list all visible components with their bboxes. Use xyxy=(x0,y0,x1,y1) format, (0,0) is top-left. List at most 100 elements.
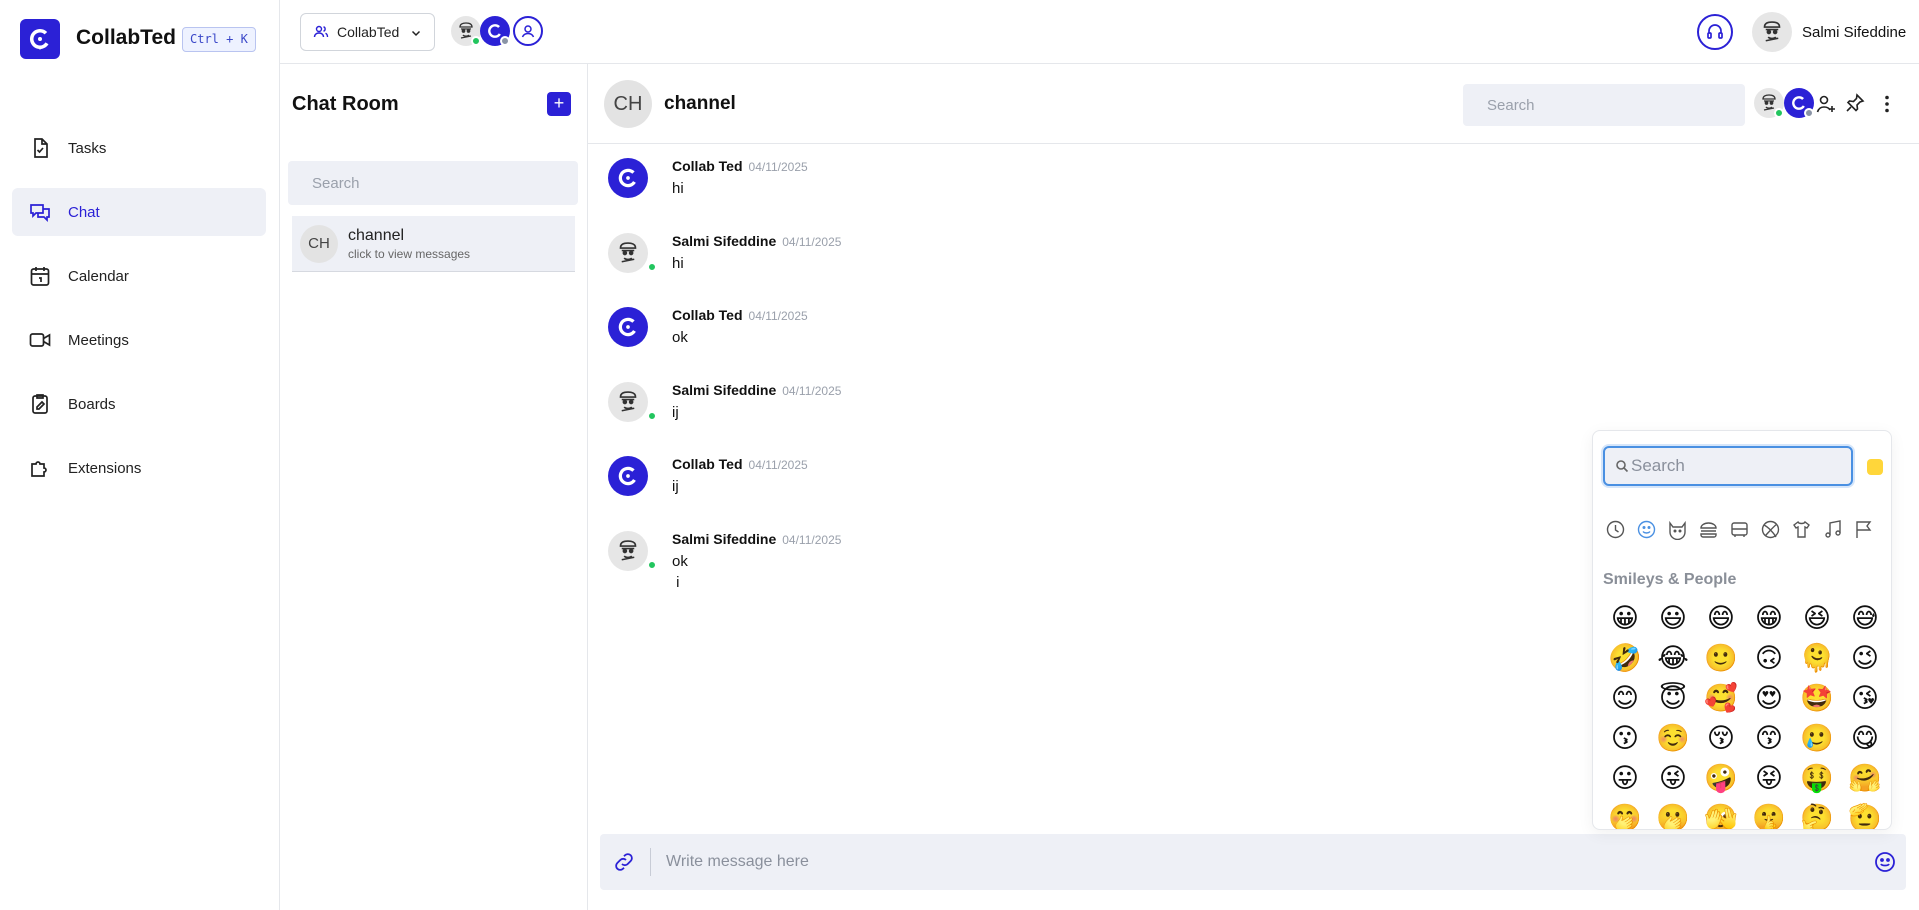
emoji-option[interactable]: 😅 xyxy=(1841,603,1889,635)
boards-icon xyxy=(28,392,52,416)
emoji-option[interactable]: 🥰 xyxy=(1697,683,1745,715)
emoji-option[interactable]: 😂 xyxy=(1649,643,1697,675)
message-date: 04/11/2025 xyxy=(782,235,842,249)
sidebar-item-extensions[interactable]: Extensions xyxy=(12,444,266,492)
message-author: Salmi Sifeddine xyxy=(672,531,777,547)
online-status-dot xyxy=(1774,108,1784,118)
tasks-icon xyxy=(28,136,52,160)
room-avatar: CH xyxy=(300,224,338,263)
offline-status-dot xyxy=(500,36,510,46)
emoji-option[interactable]: 😛 xyxy=(1601,763,1649,795)
emoji-option[interactable]: 😀 xyxy=(1601,603,1649,635)
offline-status-dot xyxy=(1804,108,1814,118)
message-text: ok xyxy=(672,329,688,346)
activities-icon[interactable] xyxy=(1760,519,1781,540)
emoji-option[interactable]: 😚 xyxy=(1697,723,1745,755)
message-author-avatar[interactable] xyxy=(608,382,648,422)
collabted-logo-icon[interactable] xyxy=(20,19,60,59)
emoji-option[interactable]: 😝 xyxy=(1745,763,1793,795)
message-date: 04/11/2025 xyxy=(748,309,808,323)
emoji-option[interactable]: 🫢 xyxy=(1649,803,1697,829)
emoji-option[interactable]: 😆 xyxy=(1793,603,1841,635)
emoji-option[interactable]: 😊 xyxy=(1601,683,1649,715)
animals-icon[interactable] xyxy=(1667,519,1688,540)
emoji-option[interactable]: 🫣 xyxy=(1697,803,1745,829)
emoji-category-tabs xyxy=(1605,519,1874,540)
online-status-dot xyxy=(647,262,657,272)
emoji-option[interactable]: 😋 xyxy=(1841,723,1889,755)
message-author: Collab Ted xyxy=(672,456,743,472)
message-header: Salmi Sifeddine 04/11/2025 xyxy=(672,233,841,249)
command-palette-shortcut[interactable]: Ctrl + K xyxy=(182,27,256,52)
users-icon xyxy=(313,24,329,40)
emoji-option[interactable]: ☺️ xyxy=(1649,723,1697,755)
add-member-icon[interactable] xyxy=(1815,93,1837,115)
user-menu[interactable]: Salmi Sifeddine xyxy=(1752,12,1906,52)
emoji-option[interactable]: 😍 xyxy=(1745,683,1793,715)
emoji-option[interactable]: 🤗 xyxy=(1841,763,1889,795)
chatroom-title: Chat Room xyxy=(292,93,399,115)
message-author-avatar[interactable] xyxy=(608,307,648,347)
emoji-option[interactable]: 🤫 xyxy=(1745,803,1793,829)
emoji-option[interactable]: 🙂 xyxy=(1697,643,1745,675)
workspace-selector[interactable]: CollabTed xyxy=(300,13,435,51)
sidebar-item-calendar[interactable]: Calendar xyxy=(12,252,266,300)
emoji-search-input[interactable] xyxy=(1631,448,1846,484)
emoji-option[interactable]: 🫡 xyxy=(1841,803,1889,829)
brand-name: CollabTed xyxy=(76,26,176,49)
message-input[interactable] xyxy=(666,844,1846,880)
sidebar-item-meetings[interactable]: Meetings xyxy=(12,316,266,364)
message-author-avatar[interactable] xyxy=(608,531,648,571)
emoji-option[interactable]: 😜 xyxy=(1649,763,1697,795)
emoji-option[interactable]: 🤭 xyxy=(1601,803,1649,829)
emoji-option[interactable]: 😃 xyxy=(1649,603,1697,635)
emoji-option[interactable]: 😄 xyxy=(1697,603,1745,635)
member-avatar-placeholder[interactable] xyxy=(513,16,543,46)
emoji-option[interactable]: 🤩 xyxy=(1793,683,1841,715)
brand: CollabTed Ctrl + K xyxy=(0,0,280,64)
message-author-avatar[interactable] xyxy=(608,233,648,273)
emoji-option[interactable]: 🤪 xyxy=(1697,763,1745,795)
message-author-avatar[interactable] xyxy=(608,158,648,198)
travel-icon[interactable] xyxy=(1729,519,1750,540)
objects-icon[interactable] xyxy=(1791,519,1812,540)
emoji-option[interactable]: 😗 xyxy=(1601,723,1649,755)
sidebar-item-label: Extensions xyxy=(68,459,142,477)
chat-icon xyxy=(28,200,52,224)
more-options-icon[interactable] xyxy=(1877,93,1897,115)
recent-icon[interactable] xyxy=(1605,519,1626,540)
food-icon[interactable] xyxy=(1698,519,1719,540)
message-composer xyxy=(600,834,1906,890)
emoji-option[interactable]: 😉 xyxy=(1841,643,1889,675)
emoji-option[interactable]: 🫠 xyxy=(1793,643,1841,675)
emoji-picker-toggle-icon[interactable] xyxy=(1874,851,1896,873)
attach-link-icon[interactable] xyxy=(612,850,636,874)
emoji-option[interactable]: 😙 xyxy=(1745,723,1793,755)
emoji-option[interactable]: 🤣 xyxy=(1601,643,1649,675)
online-status-dot xyxy=(471,36,481,46)
user-name: Salmi Sifeddine xyxy=(1802,23,1907,41)
skin-tone-selector[interactable] xyxy=(1867,459,1883,475)
emoji-option[interactable]: 🤑 xyxy=(1793,763,1841,795)
symbols-icon[interactable] xyxy=(1822,519,1843,540)
sidebar-item-boards[interactable]: Boards xyxy=(12,380,266,428)
channel-search-input[interactable] xyxy=(1463,84,1745,126)
smileys-icon[interactable] xyxy=(1636,519,1657,540)
emoji-option[interactable]: 🤔 xyxy=(1793,803,1841,829)
flags-icon[interactable] xyxy=(1853,519,1874,540)
add-room-button[interactable]: + xyxy=(547,92,571,116)
support-headset-button[interactable] xyxy=(1697,14,1733,50)
extensions-icon xyxy=(28,456,52,480)
emoji-option[interactable]: 😇 xyxy=(1649,683,1697,715)
sidebar-item-tasks[interactable]: Tasks xyxy=(12,124,266,172)
emoji-option[interactable]: 🙃 xyxy=(1745,643,1793,675)
emoji-option[interactable]: 😁 xyxy=(1745,603,1793,635)
message-header: Collab Ted 04/11/2025 xyxy=(672,307,808,323)
message-author-avatar[interactable] xyxy=(608,456,648,496)
emoji-option[interactable]: 😘 xyxy=(1841,683,1889,715)
room-search-input[interactable] xyxy=(288,161,578,205)
emoji-option[interactable]: 🥲 xyxy=(1793,723,1841,755)
room-list-item[interactable]: CH channel click to view messages xyxy=(292,216,575,272)
sidebar-item-chat[interactable]: Chat xyxy=(12,188,266,236)
pin-icon[interactable] xyxy=(1844,92,1866,114)
